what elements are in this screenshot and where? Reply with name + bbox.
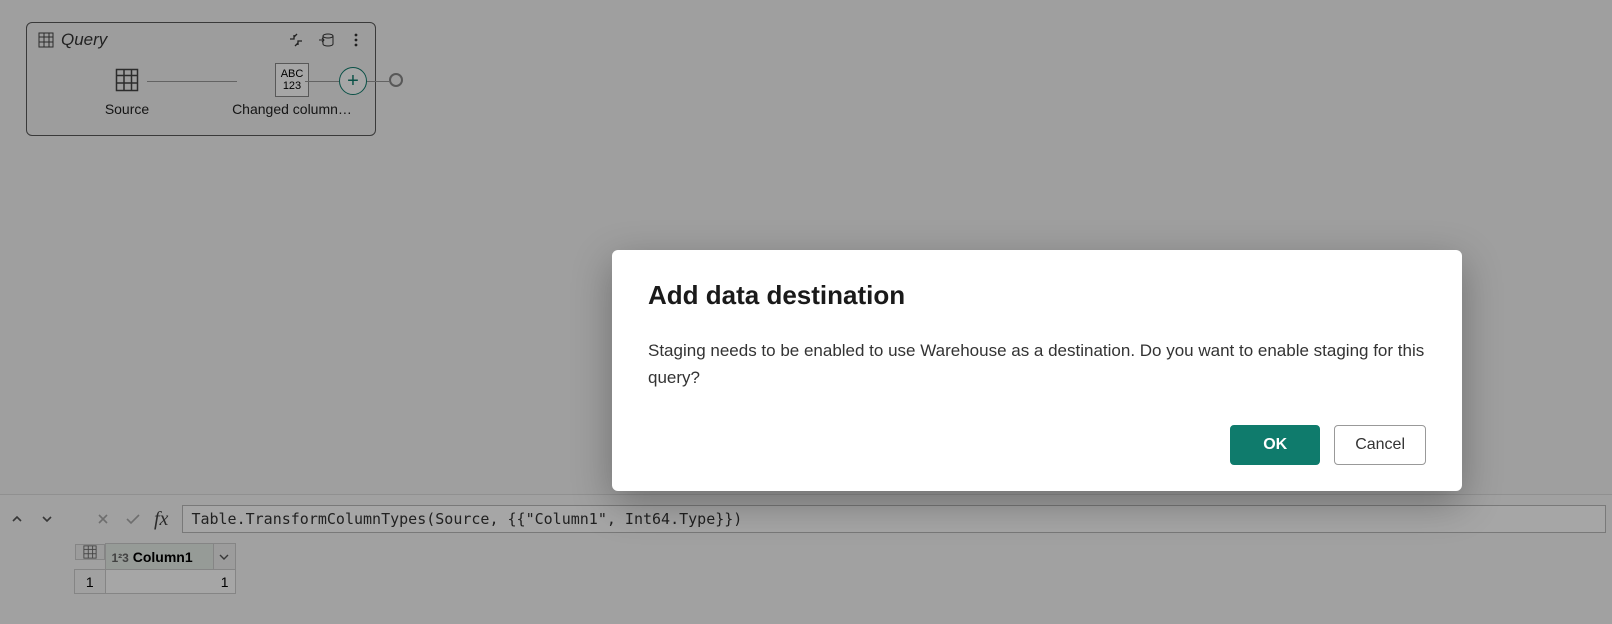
dialog-title: Add data destination — [648, 280, 1426, 311]
ok-button[interactable]: OK — [1230, 425, 1320, 465]
add-data-destination-dialog: Add data destination Staging needs to be… — [612, 250, 1462, 491]
dialog-buttons: OK Cancel — [648, 425, 1426, 465]
cancel-button[interactable]: Cancel — [1334, 425, 1426, 465]
dialog-body: Staging needs to be enabled to use Wareh… — [648, 337, 1426, 391]
